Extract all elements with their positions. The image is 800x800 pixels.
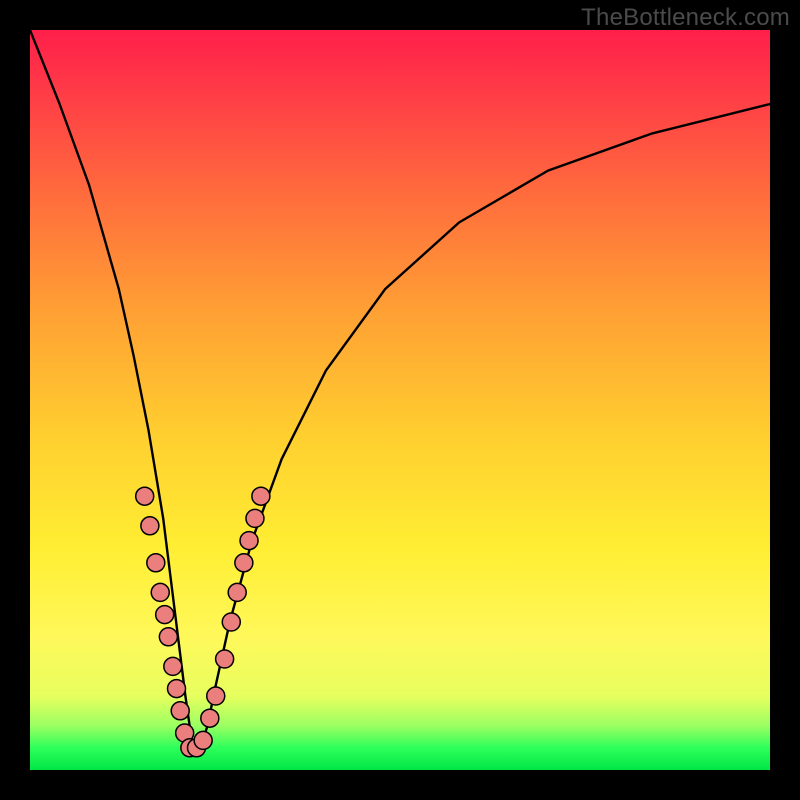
- curve-marker: [246, 509, 264, 527]
- curve-marker: [171, 702, 189, 720]
- curve-marker: [235, 554, 253, 572]
- curve-marker: [201, 709, 219, 727]
- curve-marker: [159, 628, 177, 646]
- curve-marker: [228, 583, 246, 601]
- curve-marker: [136, 487, 154, 505]
- plot-area: [30, 30, 770, 770]
- curve-marker: [194, 731, 212, 749]
- curve-marker: [252, 487, 270, 505]
- chart-frame: TheBottleneck.com: [0, 0, 800, 800]
- curve-layer: [30, 30, 770, 770]
- curve-marker: [147, 554, 165, 572]
- curve-marker: [168, 680, 186, 698]
- curve-marker: [156, 606, 174, 624]
- curve-marker: [151, 583, 169, 601]
- curve-marker: [164, 657, 182, 675]
- bottleneck-curve: [30, 30, 770, 748]
- curve-marker: [207, 687, 225, 705]
- curve-marker: [222, 613, 240, 631]
- watermark-text: TheBottleneck.com: [581, 4, 790, 32]
- curve-markers-group: [136, 487, 270, 757]
- curve-marker: [240, 532, 258, 550]
- curve-marker: [216, 650, 234, 668]
- curve-marker: [141, 517, 159, 535]
